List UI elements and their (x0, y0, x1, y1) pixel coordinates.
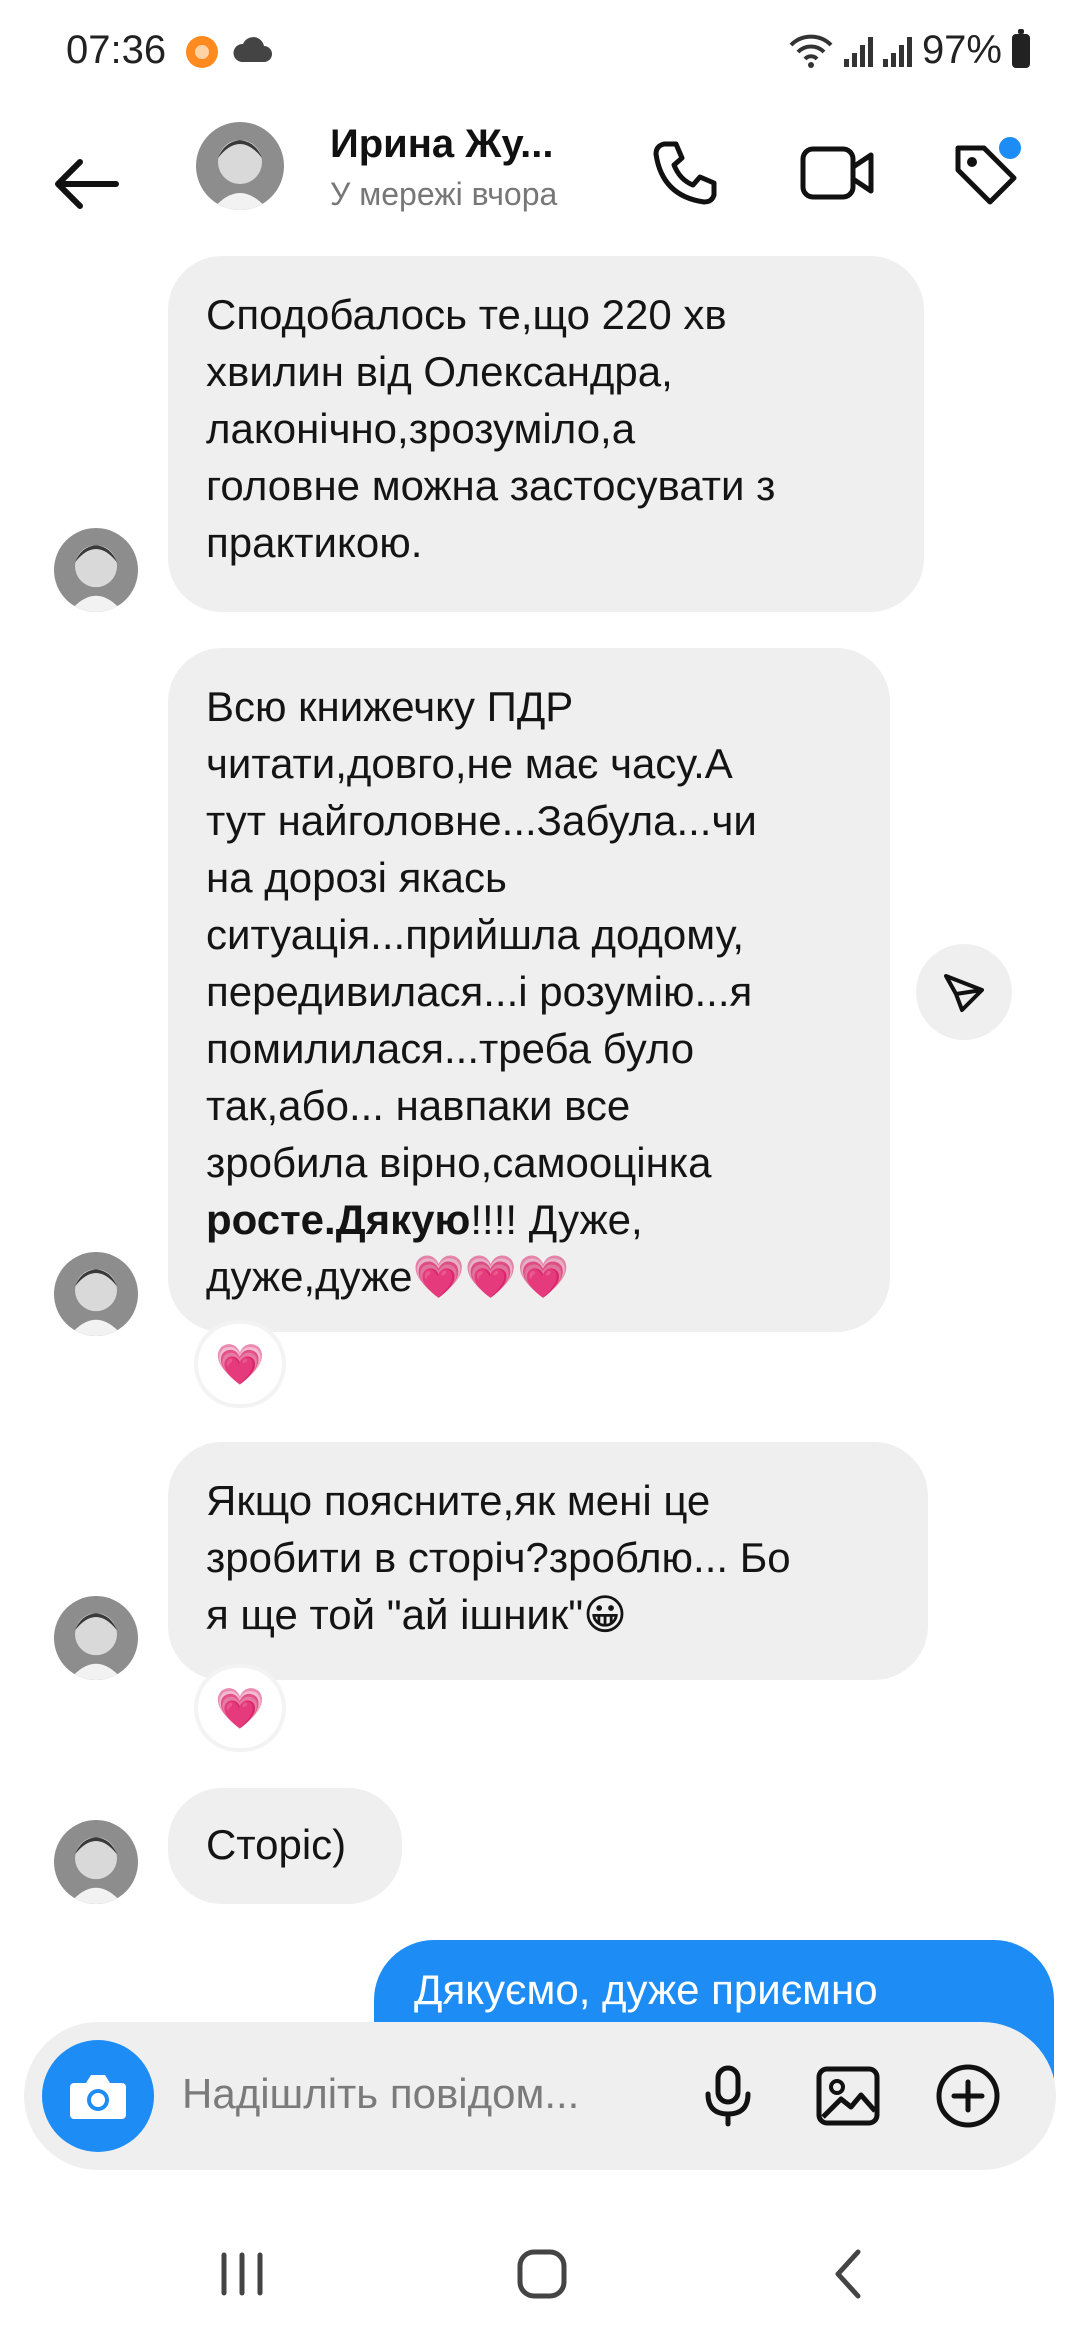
contact-avatar[interactable] (196, 122, 284, 210)
incoming-message[interactable]: Сподобалось те,що 220 хв хвилин від Олек… (168, 256, 924, 612)
sender-avatar[interactable] (54, 1596, 138, 1680)
sender-avatar[interactable] (54, 1252, 138, 1336)
send-arrow-icon (944, 974, 984, 1012)
more-options-button[interactable] (928, 2056, 1008, 2136)
reaction-badge[interactable]: 💗 (198, 1668, 282, 1748)
camera-button[interactable] (42, 2040, 154, 2152)
incoming-message[interactable]: Сторіс) (168, 1788, 402, 1904)
sender-avatar[interactable] (54, 528, 138, 612)
home-button[interactable] (502, 2244, 582, 2304)
message-bold-text: росте.Дякую (206, 1196, 471, 1243)
microphone-icon (705, 2065, 751, 2127)
system-nav-bar (0, 2200, 1080, 2340)
cloud-icon (233, 37, 272, 62)
contact-presence: У мережі вчора (330, 176, 558, 212)
home-icon (517, 2249, 567, 2299)
message-composer: Надішліть повідом... (24, 2022, 1056, 2170)
system-back-button[interactable] (808, 2244, 888, 2304)
chevron-left-icon (835, 2249, 861, 2299)
contact-name[interactable]: Ирина Жу... (330, 122, 554, 167)
recent-apps-button[interactable] (202, 2244, 282, 2304)
battery-percent: 97% (921, 28, 1002, 72)
battery-icon (1012, 28, 1030, 68)
voice-message-button[interactable] (688, 2056, 768, 2136)
labels-button[interactable] (940, 128, 1030, 218)
chat-header: Ирина Жу... У мережі вчора (0, 110, 1080, 280)
camera-icon (70, 2075, 126, 2119)
message-input[interactable]: Надішліть повідом... (182, 2070, 579, 2118)
image-icon (816, 2066, 880, 2126)
reaction-badge[interactable]: 💗 (198, 1324, 282, 1404)
phone-icon (653, 141, 717, 205)
gallery-button[interactable] (808, 2056, 888, 2136)
signal-icon-1 (843, 35, 873, 67)
back-arrow-icon[interactable] (46, 144, 126, 224)
status-time: 07:36 (66, 28, 167, 72)
new-badge-dot (996, 134, 1024, 162)
status-bar: 07:36 97% (0, 0, 1080, 110)
status-right: 97% (788, 28, 1030, 73)
share-button[interactable] (916, 944, 1012, 1040)
wifi-icon (789, 34, 833, 68)
plus-circle-icon (936, 2064, 1000, 2128)
video-call-button[interactable] (792, 128, 882, 218)
message-text: Всю книжечку ПДР читати,довго,не має час… (206, 683, 757, 1186)
signal-icon-2 (882, 35, 912, 67)
notification-app-icon (186, 36, 218, 68)
sender-avatar[interactable] (54, 1820, 138, 1904)
audio-call-button[interactable] (640, 128, 730, 218)
video-camera-icon (800, 146, 874, 200)
incoming-message[interactable]: Всю книжечку ПДР читати,довго,не має час… (168, 648, 890, 1332)
incoming-message[interactable]: Якщо поясните,як мені це зробити в сторі… (168, 1442, 928, 1680)
recent-apps-icon (221, 2252, 263, 2296)
